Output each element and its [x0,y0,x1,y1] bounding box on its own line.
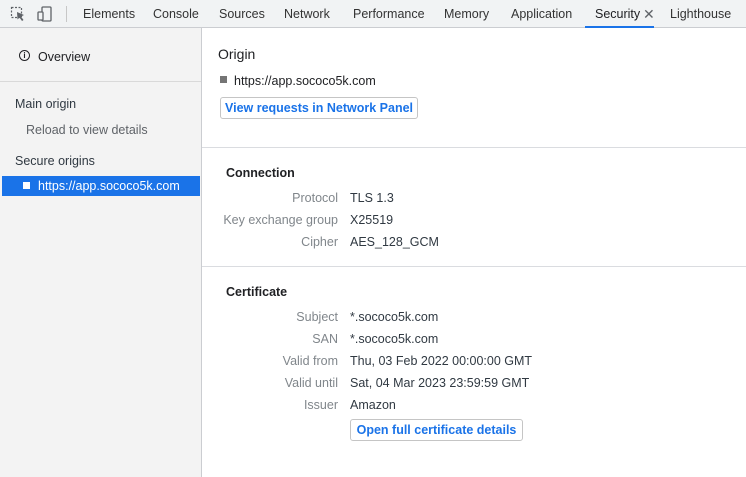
origin-title: Origin [218,46,256,62]
key-exchange-group-label: Key exchange group [223,213,338,227]
toolbar-separator [66,6,67,22]
cipher-label: Cipher [301,235,338,249]
security-sidebar: i Overview Main origin Reload to view de… [0,28,202,477]
tab-performance[interactable]: Performance [353,0,425,27]
tab-elements[interactable]: Elements [83,0,135,27]
device-toolbar-icon[interactable] [37,6,53,22]
tab-console[interactable]: Console [153,0,199,27]
valid-from-label: Valid from [282,354,338,368]
protocol-value: TLS 1.3 [350,191,394,205]
info-icon: i [19,50,30,61]
inspect-element-icon[interactable] [10,6,26,22]
tab-lighthouse[interactable]: Lighthouse [670,0,731,27]
sidebar-item-secure-origin[interactable]: https://app.sococo5k.com [2,176,200,196]
tab-security[interactable]: Security [584,0,655,28]
certificate-title: Certificate [226,285,288,299]
key-exchange-group-value: X25519 [350,213,394,227]
connection-title: Connection [226,166,295,180]
view-requests-button[interactable]: View requests in Network Panel [220,97,418,119]
issuer-value: Amazon [350,398,396,412]
open-certificate-details-button[interactable]: Open full certificate details [350,419,523,441]
origin-square-icon [220,76,227,83]
tab-sources[interactable]: Sources [219,0,265,27]
sidebar-item-overview[interactable]: i Overview [0,28,201,82]
cipher-value: AES_128_GCM [350,235,439,249]
secure-origin-square-icon [23,182,30,189]
san-label: SAN [312,332,338,346]
san-value: *.sococo5k.com [350,332,439,346]
section-divider [202,266,746,267]
close-tab-icon[interactable]: ✕ [643,0,655,27]
main-origin-heading: Main origin [15,97,77,111]
sidebar-item-label: https://app.sococo5k.com [38,179,180,193]
main-origin-reload-hint: Reload to view details [26,123,148,137]
tab-application[interactable]: Application [511,0,572,27]
valid-until-label: Valid until [284,376,338,390]
origin-url: https://app.sococo5k.com [234,74,376,88]
issuer-label: Issuer [303,398,338,412]
devtools-tabbar: Elements Console Sources Network Perform… [0,0,746,28]
secure-origins-heading: Secure origins [15,154,95,168]
tab-network[interactable]: Network [284,0,330,27]
section-divider [202,147,746,148]
tab-memory[interactable]: Memory [444,0,489,27]
subject-label: Subject [296,310,338,324]
security-origin-panel: Origin https://app.sococo5k.com View req… [202,28,746,477]
protocol-label: Protocol [292,191,338,205]
valid-from-value: Thu, 03 Feb 2022 00:00:00 GMT [350,354,533,368]
subject-value: *.sococo5k.com [350,310,439,324]
sidebar-item-label: Overview [38,50,91,64]
valid-until-value: Sat, 04 Mar 2023 23:59:59 GMT [350,376,530,390]
